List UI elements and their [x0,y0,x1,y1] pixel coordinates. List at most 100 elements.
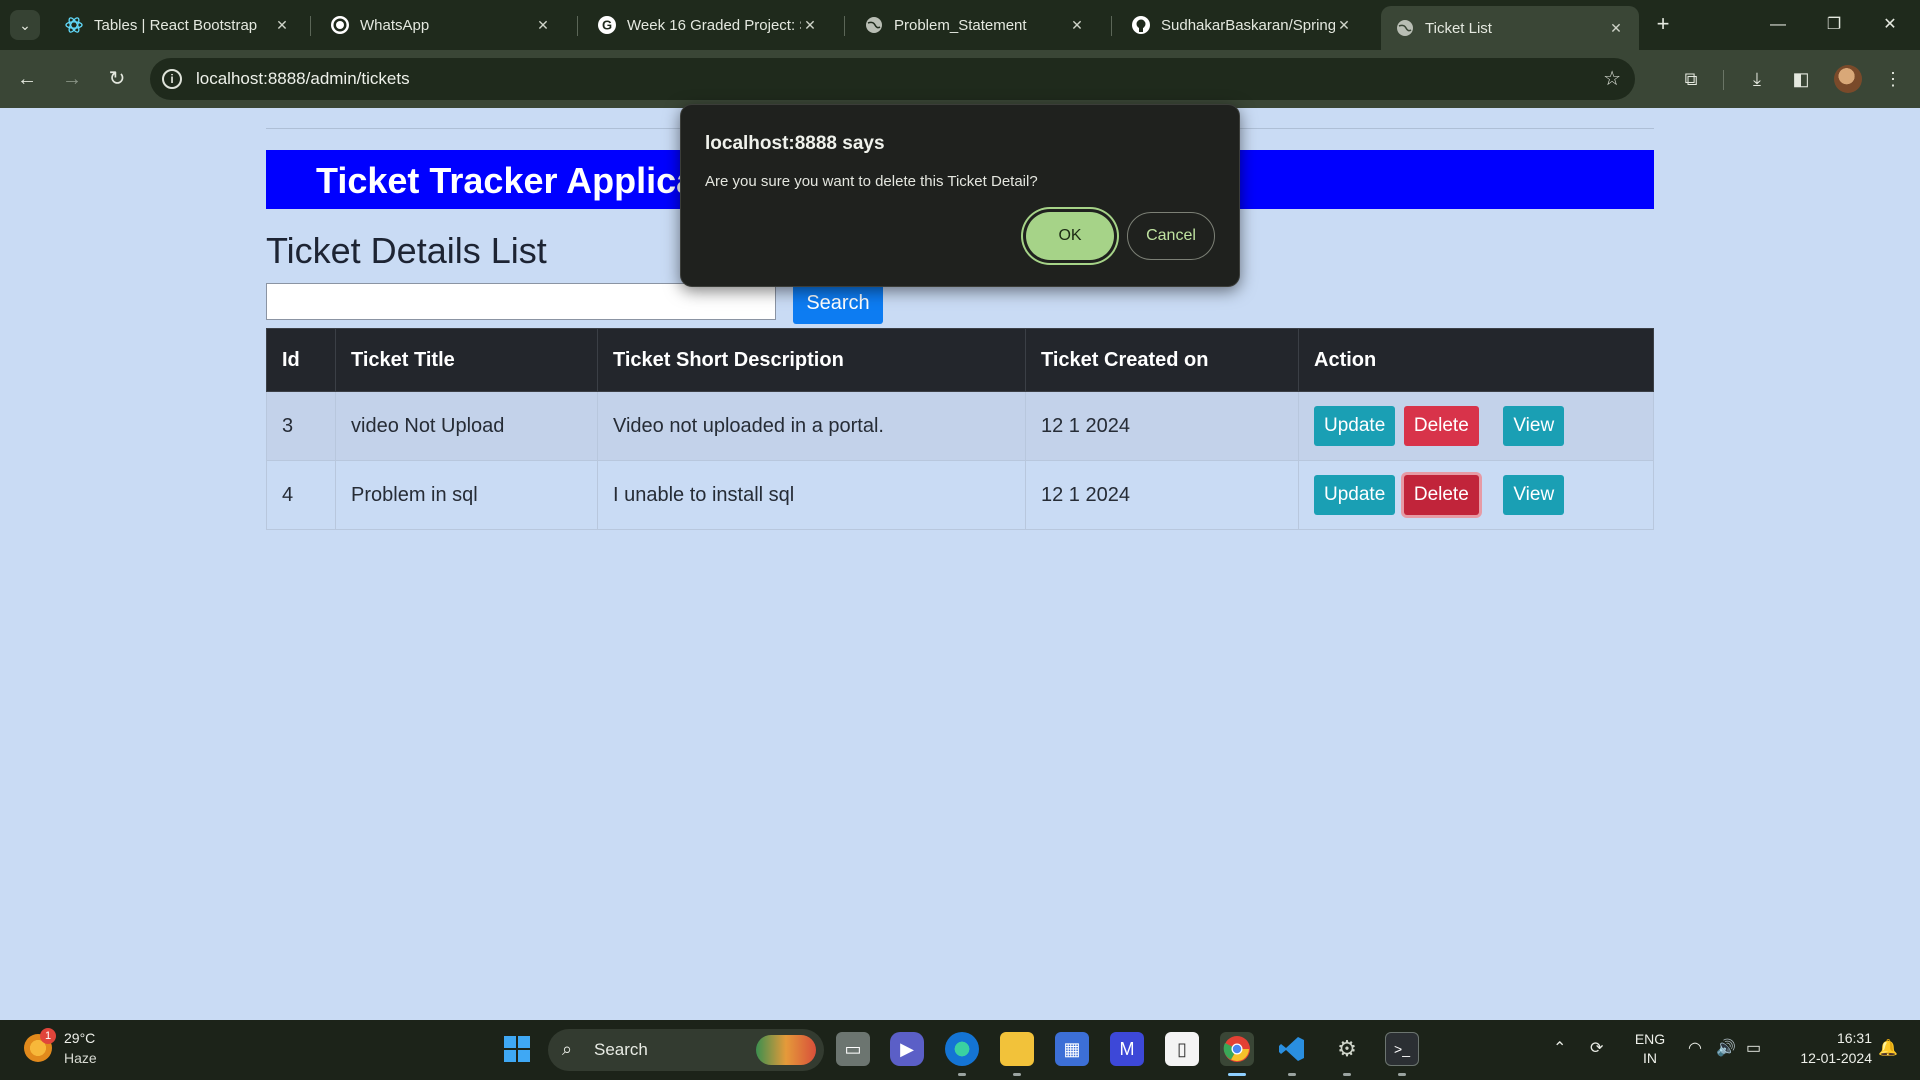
edge-browser-icon[interactable] [945,1032,979,1066]
cell-id: 4 [266,460,336,530]
tab-label: WhatsApp [360,16,430,34]
site-info-icon[interactable]: i [162,69,182,89]
update-button[interactable]: Update [1314,406,1396,446]
weather-condition[interactable]: Haze [64,1050,97,1066]
delete-button[interactable]: Delete [1403,406,1479,446]
tab-label: SudhakarBaskaran/SpringV [1161,16,1335,34]
app-title: Ticket Tracker Applicati [316,160,719,201]
running-indicator [1343,1073,1351,1076]
wifi-icon[interactable]: ◠ [1688,1038,1702,1058]
page-title: Ticket Details List [266,230,547,271]
close-window-icon[interactable]: ✕ [1870,8,1910,42]
extensions-icon[interactable]: ⧉ [1678,66,1704,92]
url-text[interactable]: localhost:8888/admin/tickets [196,69,410,89]
clock-date[interactable]: 12-01-2024 [1782,1050,1872,1066]
microsoft-store-icon[interactable]: ▦ [1055,1032,1089,1066]
tab-close-icon[interactable]: ✕ [1068,17,1086,34]
chevron-up-icon[interactable]: ⌃ [1553,1038,1566,1058]
whatsapp-icon [330,15,350,35]
tab-whatsapp[interactable]: WhatsApp ✕ [316,6,566,44]
tab-search-menu-button[interactable]: ⌄ [10,10,40,40]
reload-icon[interactable]: ↻ [102,64,132,94]
task-view-icon[interactable]: ▭ [836,1032,870,1066]
language-indicator[interactable]: ENG [1630,1031,1670,1047]
cell-actions: Update Delete View [1298,460,1654,530]
tab-problem-statement[interactable]: Problem_Statement ✕ [850,6,1100,44]
view-button[interactable]: View [1503,406,1565,446]
tab-close-icon[interactable]: ✕ [1335,17,1353,34]
weather-badge: 1 [40,1028,56,1044]
tab-label: Problem_Statement [894,16,1027,34]
tab-separator [1111,16,1112,36]
search-highlight-art-icon [756,1035,816,1065]
tab-label: Tables | React Bootstrap [94,16,258,34]
tab-react-bootstrap[interactable]: Tables | React Bootstrap ✕ [50,6,305,44]
column-header-id: Id [266,328,336,392]
region-indicator[interactable]: IN [1630,1050,1670,1066]
search-icon: ⌕ [562,1039,573,1059]
table-row: 3 video Not Upload Video not uploaded in… [266,391,1654,461]
confirm-dialog: localhost:8888 says Are you sure you wan… [680,104,1240,287]
delete-button[interactable]: Delete [1403,475,1479,515]
tab-close-icon[interactable]: ✕ [1607,20,1625,37]
windows-start-icon[interactable] [500,1032,534,1066]
tab-github-repo[interactable]: SudhakarBaskaran/SpringV ✕ [1117,6,1367,44]
search-input[interactable] [266,283,776,320]
settings-gear-icon[interactable]: ⚙ [1330,1032,1364,1066]
chrome-icon[interactable] [1220,1032,1254,1066]
globe-icon [1395,18,1415,38]
notepad-icon[interactable]: ▯ [1165,1032,1199,1066]
svg-text:G: G [602,18,612,33]
cell-created: 12 1 2024 [1025,391,1299,461]
teams-meet-icon[interactable]: ▶ [890,1032,924,1066]
weather-temperature[interactable]: 29°C [64,1030,95,1046]
minimize-icon[interactable]: — [1758,8,1798,42]
tab-separator [577,16,578,36]
cell-description: I unable to install sql [597,460,1026,530]
tab-close-icon[interactable]: ✕ [273,17,291,34]
taskbar-search-box[interactable]: ⌕ Search [548,1029,824,1071]
tickets-table: Id Ticket Title Ticket Short Description… [266,328,1654,530]
cell-description: Video not uploaded in a portal. [597,391,1026,461]
active-indicator [1228,1073,1246,1076]
update-button[interactable]: Update [1314,475,1396,515]
react-bootstrap-icon [64,15,84,35]
table-header-row: Id Ticket Title Ticket Short Description… [266,328,1654,392]
cancel-button[interactable]: Cancel [1127,212,1215,260]
clock-time[interactable]: 16:31 [1782,1030,1872,1046]
tab-ticket-list[interactable]: Ticket List ✕ [1381,6,1639,50]
download-icon[interactable]: ⤓ [1744,66,1770,92]
terminal-icon[interactable]: >_ [1385,1032,1419,1066]
back-arrow-icon[interactable]: ← [12,64,42,94]
side-panel-icon[interactable]: ◧ [1788,66,1814,92]
more-menu-icon[interactable]: ⋮ [1880,66,1906,92]
sync-icon[interactable]: ⟳ [1590,1038,1603,1058]
forward-arrow-icon[interactable]: → [57,64,87,94]
bookmark-star-icon[interactable]: ☆ [1603,66,1621,91]
dialog-title: localhost:8888 says [705,133,885,154]
cell-created: 12 1 2024 [1025,460,1299,530]
address-bar[interactable]: i localhost:8888/admin/tickets ☆ [150,58,1635,100]
notification-bell-icon[interactable]: 🔔 [1878,1038,1898,1058]
restore-icon[interactable]: ❐ [1814,8,1854,42]
view-button[interactable]: View [1503,475,1565,515]
running-indicator [1288,1073,1296,1076]
ok-button[interactable]: OK [1026,212,1114,260]
editor-app-icon[interactable]: M [1110,1032,1144,1066]
file-explorer-icon[interactable] [1000,1032,1034,1066]
volume-icon[interactable]: 🔊 [1716,1038,1736,1058]
tab-week16-project[interactable]: G Week 16 Graded Project: S ✕ [583,6,833,44]
vscode-icon[interactable] [1275,1032,1309,1066]
column-header-title: Ticket Title [335,328,598,392]
battery-icon[interactable]: ▭ [1746,1038,1761,1058]
cell-actions: Update Delete View [1298,391,1654,461]
column-header-action: Action [1298,328,1654,392]
tab-close-icon[interactable]: ✕ [534,17,552,34]
profile-avatar[interactable] [1834,65,1862,93]
new-tab-button[interactable]: + [1650,12,1676,38]
cell-title: video Not Upload [335,391,598,461]
search-button[interactable]: Search [793,283,883,324]
google-icon: G [597,15,617,35]
tab-close-icon[interactable]: ✕ [801,17,819,34]
tab-separator [310,16,311,36]
